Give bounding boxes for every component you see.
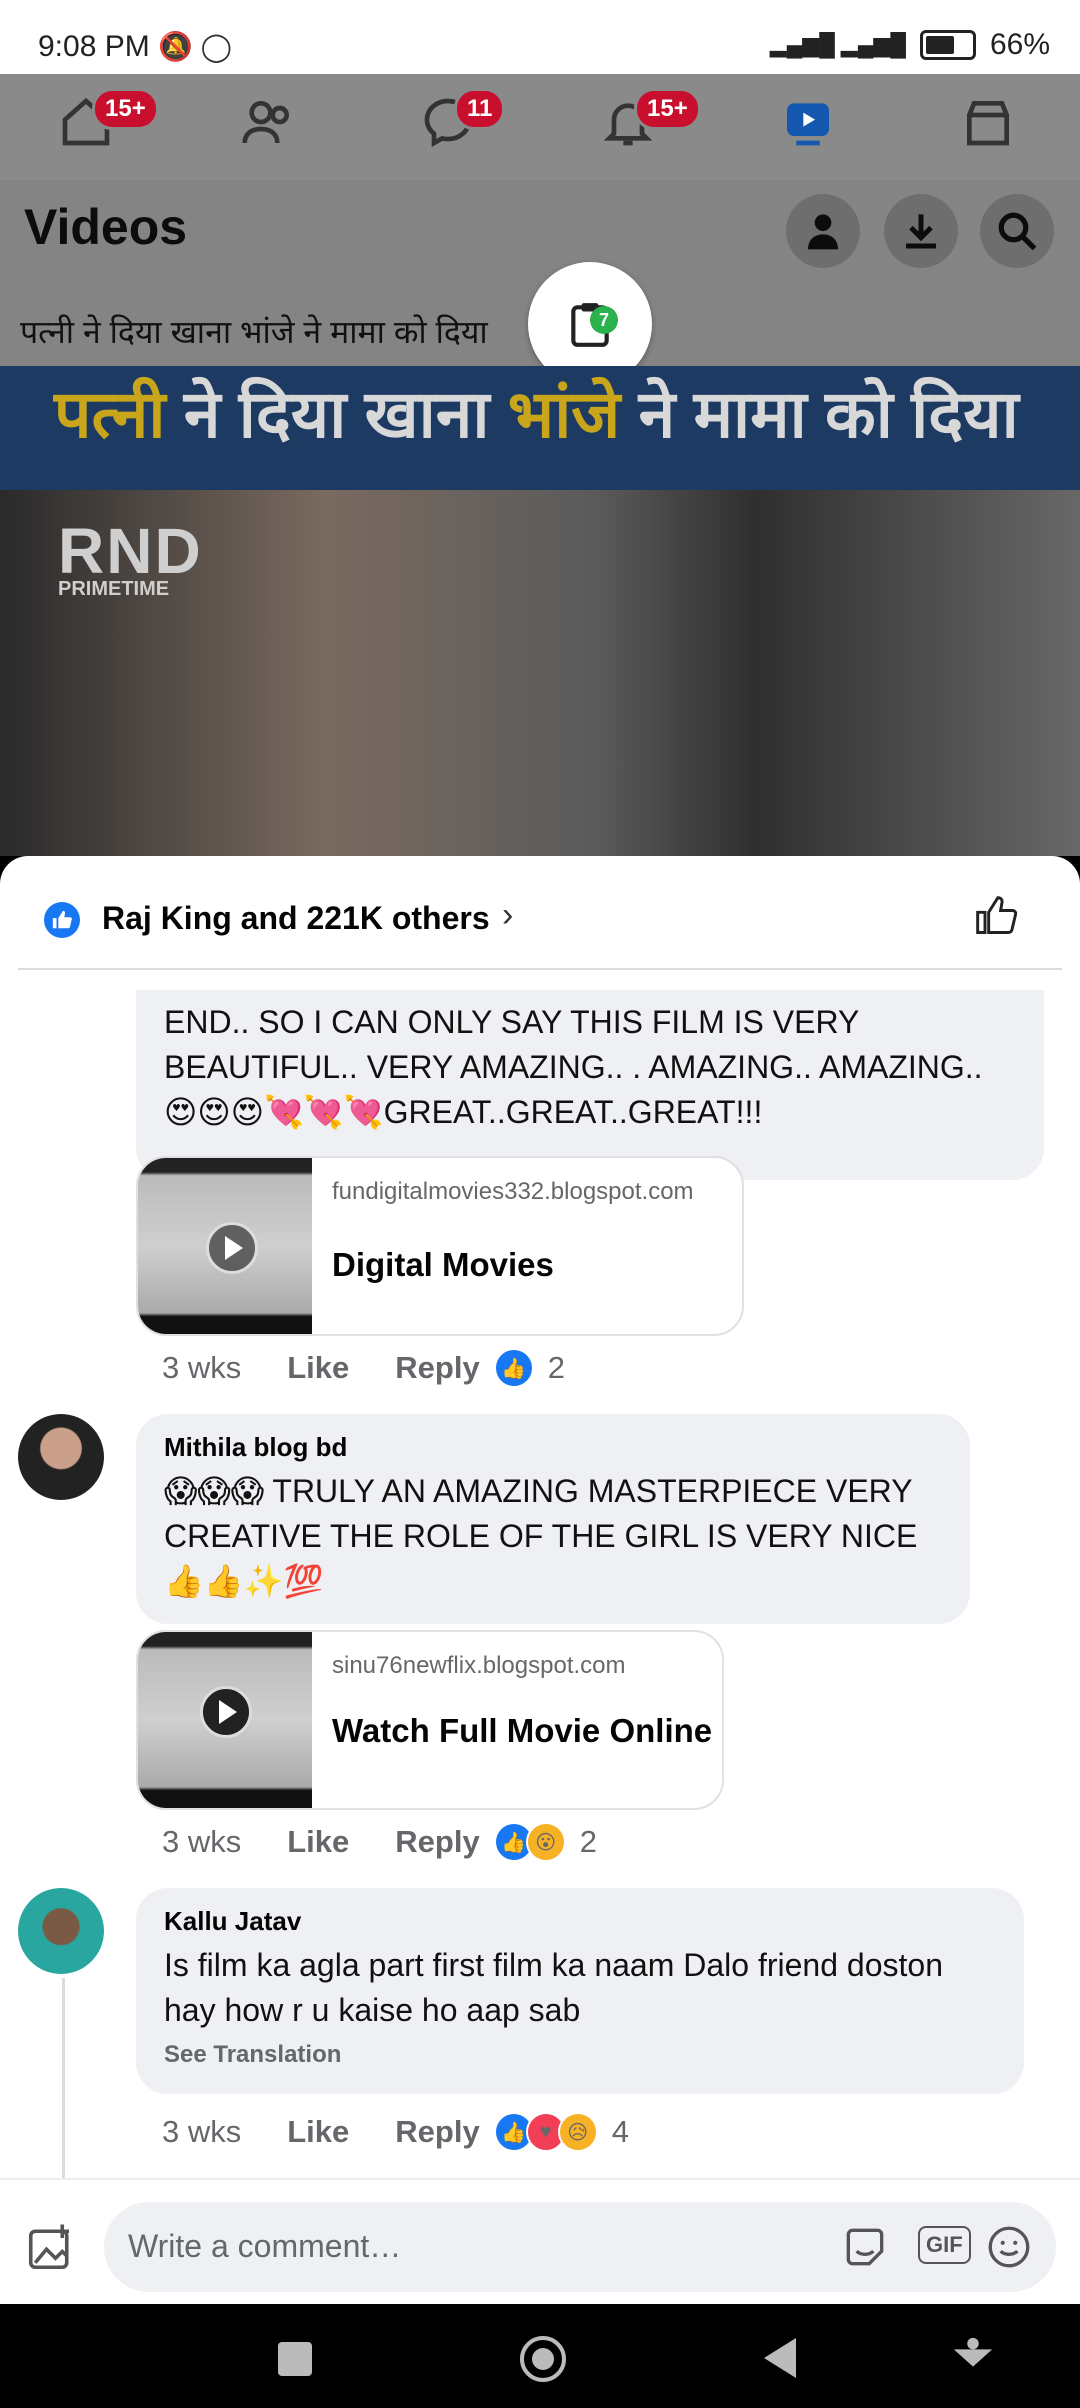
top-nav: 15+ 11 15+: [0, 74, 1080, 180]
nav-messenger[interactable]: 11: [420, 88, 506, 164]
chevron-right-icon: ›: [502, 896, 514, 934]
signal-icon: ▂▄▆█ ▂▄▆█: [769, 32, 906, 57]
back-button[interactable]: [764, 2338, 796, 2378]
link-thumbnail: [138, 1632, 312, 1808]
friends-icon: [242, 101, 289, 144]
comment-like-button[interactable]: Like: [287, 1824, 349, 1860]
comment-text: 😱😱😱 TRULY AN AMAZING MASTERPIECE VERY CR…: [164, 1473, 918, 1599]
comment-reply-button[interactable]: Reply: [395, 2114, 479, 2150]
thumbs-up-icon: [976, 896, 1018, 934]
nav-video[interactable]: [780, 94, 850, 164]
comments-sheet: Raj King and 221K others › END.. SO I CA…: [0, 856, 1080, 2304]
link-title: Watch Full Movie Online: [332, 1712, 713, 1749]
page-title: Videos: [24, 199, 188, 255]
comment-time: 3 wks: [162, 1824, 242, 1859]
comment-author[interactable]: Mithila blog bd: [164, 1432, 942, 1463]
chevron-down-icon: [953, 2337, 993, 2367]
play-icon: [200, 1686, 252, 1738]
mute-icon: 🔕 ◯: [158, 31, 232, 62]
see-translation-link[interactable]: See Translation: [164, 2041, 996, 2069]
nav-marketplace[interactable]: [960, 94, 1030, 164]
messenger-badge: 11: [454, 88, 506, 130]
marketplace-icon: [967, 101, 1009, 146]
comment-actions: 3 wks Like Reply 👍 2: [162, 1348, 565, 1388]
photo-button[interactable]: [24, 2220, 78, 2279]
recents-button[interactable]: [278, 2342, 312, 2376]
comment-like-button[interactable]: Like: [287, 2114, 349, 2150]
link-preview[interactable]: sinu76newflix.blogspot.com Watch Full Mo…: [136, 1630, 724, 1810]
comment-actions: 3 wks Like Reply 👍 😮 2: [162, 1822, 597, 1862]
status-time: 9:08 PM: [38, 30, 150, 63]
reaction-count: 2: [547, 1350, 565, 1385]
channel-watermark-sub: PRIMETIME: [58, 578, 170, 600]
home-badge: 15+: [92, 88, 159, 130]
like-button[interactable]: [974, 894, 1018, 943]
sticker-icon: [846, 2228, 884, 2266]
notifications-badge: 15+: [634, 88, 701, 130]
wow-reaction-icon: 😮: [525, 1822, 566, 1862]
nav-home[interactable]: 15+: [58, 88, 159, 164]
reactions-summary[interactable]: Raj King and 221K others ›: [0, 856, 1080, 968]
search-icon: [998, 212, 1037, 251]
sad-reaction-icon: 😥: [557, 2112, 598, 2152]
link-domain: fundigitalmovies332.blogspot.com: [332, 1178, 694, 1205]
nav-friends[interactable]: [240, 94, 310, 164]
comment-reply-button[interactable]: Reply: [395, 1350, 479, 1386]
profile-button[interactable]: [786, 194, 860, 268]
comment-bubble[interactable]: Mithila blog bd 😱😱😱 TRULY AN AMAZING MAS…: [136, 1414, 970, 1624]
menu-down-button[interactable]: [950, 2334, 996, 2385]
comment-time: 3 wks: [162, 2114, 242, 2149]
avatar[interactable]: [18, 1888, 104, 1974]
search-button[interactable]: [980, 194, 1054, 268]
download-button[interactable]: [884, 194, 958, 268]
video-icon: [787, 103, 829, 146]
download-icon: [906, 214, 936, 249]
comment-actions: 3 wks Like Reply 👍 ♥ 😥 4: [162, 2112, 629, 2152]
photo-icon: [28, 2224, 69, 2270]
clipboard-count: 7: [590, 306, 618, 334]
reactions-text: Raj King and 221K others: [102, 900, 490, 936]
link-preview[interactable]: fundigitalmovies332.blogspot.com Digital…: [136, 1156, 744, 1336]
like-reaction-icon: 👍: [493, 1348, 534, 1388]
banner-text: पत्नी ने दिया खाना भांजे ने मामा को दिया: [54, 377, 1019, 451]
sticker-button[interactable]: [840, 2222, 890, 2277]
comment-like-button[interactable]: Like: [287, 1350, 349, 1386]
reaction-count: 4: [611, 2114, 629, 2149]
video-banner: पत्नी ने दिया खाना भांजे ने मामा को दिया: [0, 366, 1080, 490]
video-player[interactable]: पत्नी ने दिया खाना भांजे ने मामा को दिया…: [0, 366, 1080, 856]
emoji-icon: [988, 2226, 1030, 2268]
divider: [18, 968, 1062, 970]
link-title: Digital Movies: [332, 1246, 554, 1283]
comment-author[interactable]: Kallu Jatav: [164, 1906, 996, 1937]
nav-notifications[interactable]: 15+: [600, 88, 701, 164]
thread-line: [62, 1978, 65, 2178]
link-thumbnail: [138, 1158, 312, 1334]
emoji-button[interactable]: [984, 2222, 1034, 2277]
person-icon: [808, 214, 838, 250]
status-bar: 9:08 PM 🔕 ◯ ▂▄▆█ ▂▄▆█ 66%: [0, 0, 1080, 74]
link-domain: sinu76newflix.blogspot.com: [332, 1652, 626, 1679]
reaction-count: 2: [579, 1824, 597, 1859]
home-button[interactable]: [520, 2336, 566, 2382]
comment-text: Is film ka agla part first film ka naam …: [164, 1947, 943, 2028]
play-icon: [206, 1222, 258, 1274]
avatar[interactable]: [18, 1414, 104, 1500]
comment-time: 3 wks: [162, 1350, 242, 1385]
comment-composer: Write a comment… GIF: [0, 2178, 1080, 2304]
comment-input[interactable]: Write a comment… GIF: [104, 2202, 1056, 2292]
comment-placeholder: Write a comment…: [128, 2228, 402, 2264]
channel-watermark: RND: [58, 515, 203, 587]
gif-button[interactable]: GIF: [918, 2226, 971, 2264]
video-title: पत्नी ने दिया खाना भांजे ने मामा को दिया: [20, 314, 488, 350]
like-reaction-icon: [44, 902, 80, 938]
battery-percent: 66%: [989, 28, 1050, 61]
status-right: ▂▄▆█ ▂▄▆█ 66%: [770, 28, 1050, 62]
comment-bubble[interactable]: Kallu Jatav Is film ka agla part first f…: [136, 1888, 1024, 2094]
battery-icon: [919, 30, 976, 60]
comment-bubble[interactable]: END.. SO I CAN ONLY SAY THIS FILM IS VER…: [136, 990, 1044, 1180]
comment-reply-button[interactable]: Reply: [395, 1824, 479, 1860]
comment-text: END.. SO I CAN ONLY SAY THIS FILM IS VER…: [164, 1004, 983, 1130]
system-nav-bar: [0, 2304, 1080, 2408]
